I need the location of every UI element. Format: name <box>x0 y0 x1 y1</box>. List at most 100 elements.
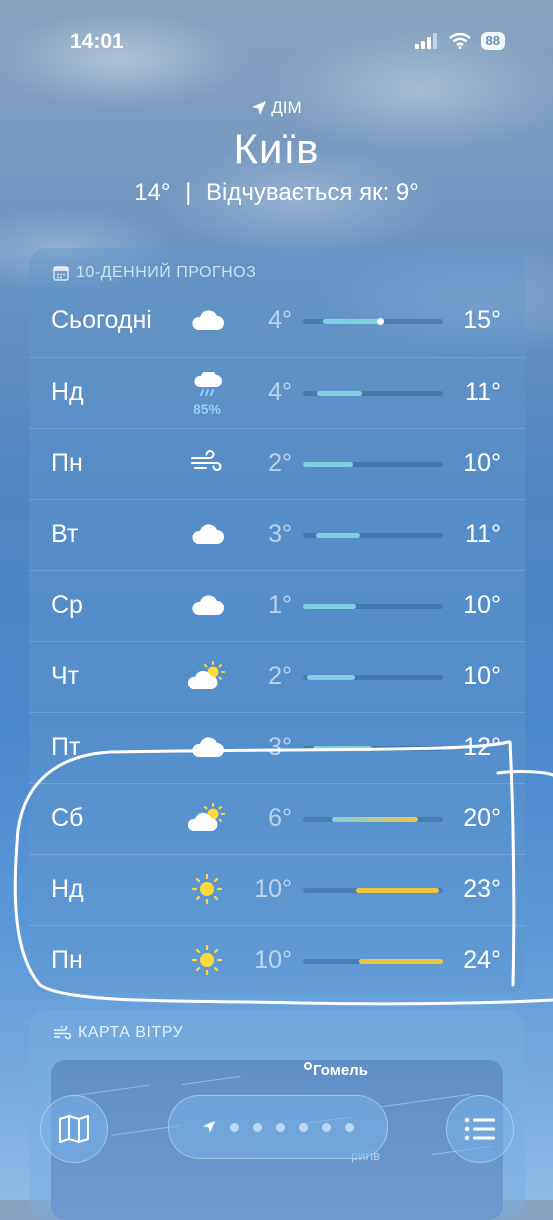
temp-range-bar <box>303 462 443 467</box>
forecast-title: 10-ДЕННИЙ ПРОГНОЗ <box>53 264 256 282</box>
temp-range-fill <box>303 604 357 609</box>
low-temp: 6° <box>268 804 292 832</box>
forecast-row[interactable]: Пт 3° 12° <box>29 712 525 783</box>
temp-range-fill <box>315 533 361 538</box>
temp-range-fill <box>356 888 439 893</box>
temp-range-fill <box>322 319 383 324</box>
day-label: Пт <box>51 733 81 761</box>
rain-cloud-icon <box>191 369 223 403</box>
temp-range-bar <box>303 746 443 751</box>
temp-range-fill <box>303 462 354 467</box>
weather-icon-slot <box>185 940 229 984</box>
map-city-label: Гомель <box>313 1062 368 1079</box>
temp-range-bar <box>303 391 443 396</box>
map-icon <box>59 1115 89 1143</box>
battery-indicator: 88 <box>480 32 505 50</box>
forecast-title-text: 10-ДЕННИЙ ПРОГНОЗ <box>76 264 257 281</box>
page-dot[interactable] <box>345 1122 354 1132</box>
forecast-row[interactable]: Вт 3° 11° <box>29 499 525 570</box>
signal-icon <box>414 33 437 49</box>
location-label: ДІМ <box>251 98 302 118</box>
high-temp: 11° <box>465 520 501 548</box>
partly-sunny-icon <box>187 802 227 838</box>
weather-icon-slot <box>185 443 229 487</box>
temp-range-bar <box>303 888 443 893</box>
page-dot[interactable] <box>322 1122 331 1132</box>
forecast-row[interactable]: Нд 85% 4° 11° <box>29 357 525 428</box>
day-label: Сьогодні <box>51 306 152 334</box>
low-temp: 2° <box>268 662 292 690</box>
low-temp: 2° <box>268 449 292 477</box>
forecast-row[interactable]: Ср 1° 10° <box>29 570 525 641</box>
temp-range-fill <box>312 746 372 751</box>
page-dot[interactable] <box>299 1122 308 1132</box>
day-label: Чт <box>51 662 80 690</box>
status-time: 14:01 <box>70 30 124 53</box>
day-label: Вт <box>51 520 79 548</box>
high-temp: 10° <box>463 591 501 619</box>
low-temp: 4° <box>268 378 292 406</box>
city-list-button[interactable] <box>446 1095 514 1163</box>
wind-streak <box>181 1075 241 1086</box>
map-button[interactable] <box>40 1095 108 1163</box>
low-temp: 10° <box>254 946 292 974</box>
list-icon <box>464 1117 495 1141</box>
high-temp: 15° <box>463 306 501 334</box>
temp-range-bar <box>303 318 443 325</box>
day-label: Пн <box>51 946 83 974</box>
low-temp: 4° <box>268 306 292 334</box>
temp-range-fill <box>307 675 355 680</box>
day-label: Пн <box>51 449 83 477</box>
page-dot[interactable] <box>253 1122 262 1132</box>
temp-range-bar <box>303 959 443 964</box>
page-indicator[interactable] <box>168 1095 388 1159</box>
cloud-icon <box>189 593 225 622</box>
weather-icon-slot: 85% <box>185 369 229 417</box>
wind-icon <box>190 449 224 481</box>
precipitation-chance: 85% <box>192 400 222 417</box>
calendar-icon <box>53 266 69 281</box>
city-name: Київ <box>233 125 320 172</box>
cloud-icon <box>189 735 225 764</box>
feels-like: Відчувається як: 9° <box>206 179 419 206</box>
status-icons: 88 <box>414 32 505 50</box>
page-dot[interactable] <box>276 1122 285 1132</box>
forecast-row[interactable]: Сб 6° 20° <box>29 783 525 854</box>
page-dot[interactable] <box>230 1122 239 1132</box>
low-temp: 3° <box>268 520 292 548</box>
high-temp: 10° <box>463 662 501 690</box>
temp-range-fill <box>332 817 418 822</box>
high-temp: 11° <box>465 378 501 406</box>
cloud-icon <box>189 522 225 551</box>
forecast-row[interactable]: Чт 2° 10° <box>29 641 525 712</box>
location-arrow-icon <box>252 101 267 115</box>
low-temp: 3° <box>268 733 292 761</box>
forecast-row[interactable]: Пн 2° 10° <box>29 428 525 499</box>
low-temp: 1° <box>268 591 292 619</box>
location-header: ДІМ Київ 14° | Відчувається як: 9° <box>0 98 553 207</box>
high-temp: 10° <box>463 449 501 477</box>
forecast-row[interactable]: Нд 10° 23° <box>29 854 525 925</box>
temp-range-bar <box>303 675 443 680</box>
current-temp: 14° <box>134 179 171 206</box>
low-temp: 10° <box>254 875 292 903</box>
forecast-row[interactable]: Сьогодні 4° 15° <box>29 286 525 357</box>
weather-icon-slot <box>185 300 229 344</box>
location-arrow-icon <box>202 1120 216 1134</box>
weather-icon-slot <box>185 727 229 771</box>
location-label-text: ДІМ <box>271 98 302 117</box>
wind-map-title: КАРТА ВІТРУ <box>53 1024 183 1042</box>
sun-icon <box>191 873 223 910</box>
ten-day-forecast-card[interactable]: 10-ДЕННИЙ ПРОГНОЗ Сьогодні 4° 15° Нд 85%… <box>29 248 525 993</box>
cloud-icon <box>189 308 225 337</box>
current-conditions: 14° | Відчувається як: 9° <box>0 179 553 207</box>
separator: | <box>185 179 192 206</box>
forecast-row[interactable]: Пн 10° 24° <box>29 925 525 996</box>
weather-icon-slot <box>185 585 229 629</box>
wind-map-title-text: КАРТА ВІТРУ <box>78 1024 184 1041</box>
weather-icon-slot <box>185 656 229 700</box>
high-temp: 24° <box>463 946 501 974</box>
day-label: Ср <box>51 591 83 619</box>
sun-icon <box>191 944 223 981</box>
weather-icon-slot <box>185 869 229 913</box>
